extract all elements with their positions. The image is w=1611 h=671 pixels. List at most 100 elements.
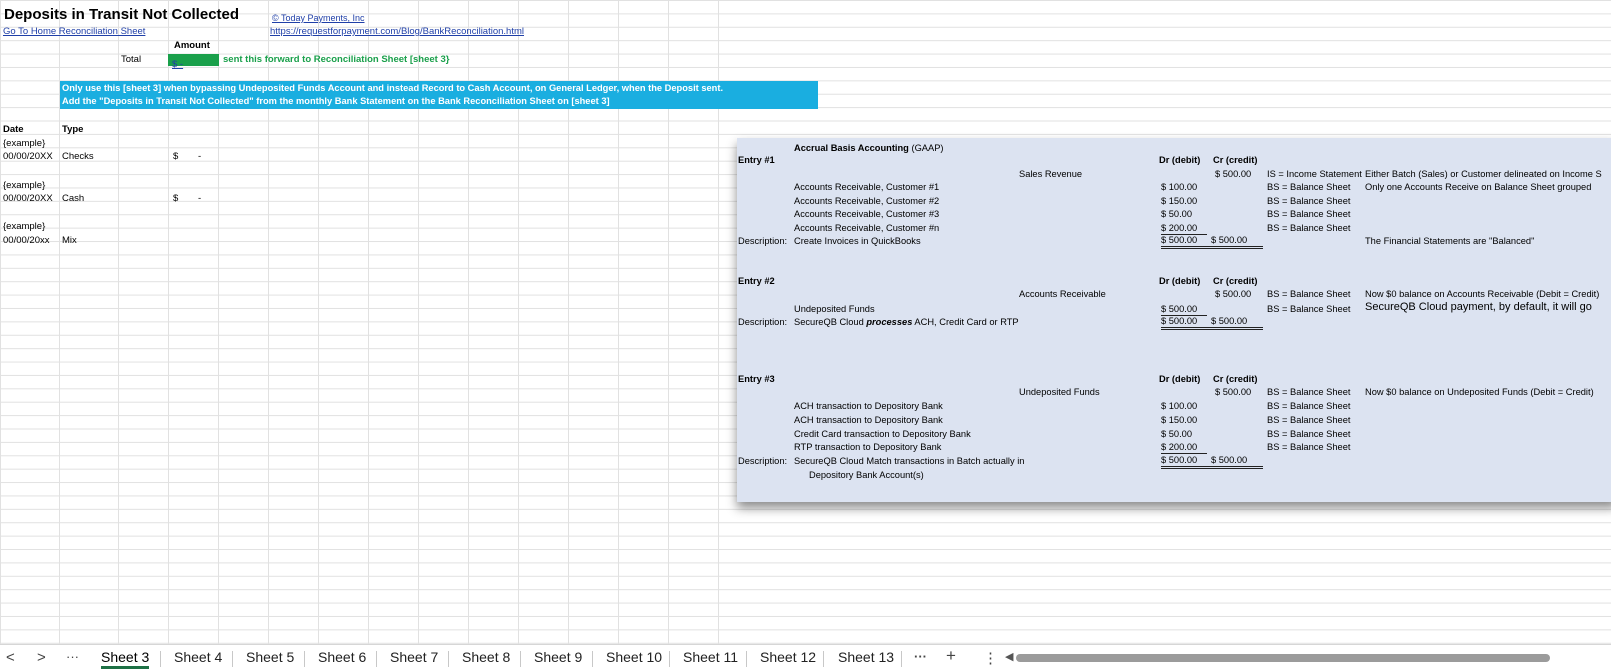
entry1-total-cr: $ 500.00 bbox=[1211, 234, 1263, 249]
type-header: Type bbox=[62, 124, 84, 135]
dr-header: Dr (debit) bbox=[1159, 276, 1201, 286]
entry2-description: SecureQB Cloud processes ACH, Credit Car… bbox=[794, 317, 1019, 327]
entry3-line: RTP transaction to Depository Bank bbox=[794, 442, 942, 452]
sheet-options-button[interactable]: ⋮ bbox=[983, 649, 998, 667]
entry3-label: Entry #3 bbox=[738, 374, 775, 384]
entry2-note2: SecureQB Cloud payment, by default, it w… bbox=[1365, 301, 1592, 313]
more-sheets-left-button[interactable]: ··· bbox=[66, 649, 79, 664]
tab-sheet-8[interactable]: Sheet 8 bbox=[462, 649, 510, 665]
total-amount-value: $ - bbox=[172, 59, 184, 70]
description-label: Description: bbox=[738, 236, 788, 246]
total-label: Total bbox=[121, 54, 142, 65]
tab-sheet-9[interactable]: Sheet 9 bbox=[534, 649, 582, 665]
tab-separator bbox=[823, 651, 824, 667]
banner-line-2: Add the "Deposits in Transit Not Collect… bbox=[62, 96, 610, 106]
bs-label: BS = Balance Sheet bbox=[1267, 289, 1351, 299]
dr-header: Dr (debit) bbox=[1159, 155, 1201, 165]
horizontal-scrollbar[interactable] bbox=[1016, 654, 1550, 662]
entry2-line: Undeposited Funds bbox=[794, 304, 875, 314]
entry1-total-dr: $ 500.00 bbox=[1161, 234, 1211, 249]
copyright-link[interactable]: © Today Payments, Inc bbox=[272, 12, 365, 24]
dr-header: Dr (debit) bbox=[1159, 374, 1201, 384]
cr-header: Cr (credit) bbox=[1213, 276, 1258, 286]
tab-sheet-13[interactable]: Sheet 13 bbox=[838, 649, 894, 665]
forward-note: sent this forward to Reconciliation Shee… bbox=[223, 54, 450, 65]
tab-separator bbox=[669, 651, 670, 667]
add-sheet-button[interactable]: + bbox=[946, 646, 956, 666]
entry3-total-cr: $ 500.00 bbox=[1211, 454, 1263, 469]
scroll-left-icon[interactable]: ◀ bbox=[1005, 650, 1013, 663]
bs-label: BS = Balance Sheet bbox=[1267, 415, 1351, 425]
entry2-credit: $ 500.00 bbox=[1215, 289, 1252, 299]
bs-label: BS = Balance Sheet bbox=[1267, 429, 1351, 439]
tab-sheet-4[interactable]: Sheet 4 bbox=[174, 649, 222, 665]
tab-sheet-7[interactable]: Sheet 7 bbox=[390, 649, 438, 665]
sheet-title: Deposits in Transit Not Collected bbox=[4, 6, 240, 23]
more-sheets-right-button[interactable]: ··· bbox=[914, 649, 927, 664]
bs-label: BS = Balance Sheet bbox=[1267, 387, 1351, 397]
entry1-line: Accounts Receivable, Customer #n bbox=[794, 223, 940, 233]
bs-label: BS = Balance Sheet bbox=[1267, 223, 1351, 233]
entry3-description: SecureQB Cloud Match transactions in Bat… bbox=[794, 456, 1025, 466]
row-dollar: $ bbox=[173, 193, 179, 204]
tab-sheet-12[interactable]: Sheet 12 bbox=[760, 649, 816, 665]
tab-sheet-10[interactable]: Sheet 10 bbox=[606, 649, 662, 665]
row-type[interactable]: Cash bbox=[62, 193, 84, 205]
next-sheet-button[interactable]: > bbox=[37, 649, 46, 666]
entry1-line: Accounts Receivable, Customer #2 bbox=[794, 196, 940, 206]
row-date[interactable]: 00/00/20XX bbox=[3, 193, 53, 205]
row-type[interactable]: Mix bbox=[62, 235, 77, 247]
entry1-debit: $ 150.00 bbox=[1161, 196, 1198, 206]
row-type[interactable]: Checks bbox=[62, 151, 94, 163]
row-value[interactable]: - bbox=[198, 151, 201, 163]
date-header: Date bbox=[3, 124, 24, 135]
balanced-note: The Financial Statements are "Balanced" bbox=[1365, 236, 1535, 246]
entry1-line: Accounts Receivable, Customer #1 bbox=[794, 182, 940, 192]
entry1-description: Create Invoices in QuickBooks bbox=[794, 236, 921, 246]
prev-sheet-button[interactable]: < bbox=[6, 649, 15, 666]
tab-separator bbox=[901, 651, 902, 667]
entry3-line: ACH transaction to Depository Bank bbox=[794, 415, 943, 425]
bs-label: BS = Balance Sheet bbox=[1267, 196, 1351, 206]
row-date[interactable]: 00/00/20XX bbox=[3, 151, 53, 163]
entry3-line: ACH transaction to Depository Bank bbox=[794, 401, 943, 411]
bs-label: BS = Balance Sheet bbox=[1267, 209, 1351, 219]
cr-header: Cr (credit) bbox=[1213, 374, 1258, 384]
accrual-accounting-image[interactable]: Accrual Basis Accounting (GAAP) Entry #1… bbox=[737, 138, 1611, 502]
entry3-debit: $ 100.00 bbox=[1161, 401, 1198, 411]
tab-separator bbox=[746, 651, 747, 667]
entry1-debit: $ 50.00 bbox=[1161, 209, 1193, 219]
amount-header: Amount bbox=[174, 40, 210, 51]
url-link[interactable]: https://requestforpayment.com/Blog/BankR… bbox=[270, 26, 524, 38]
entry3-debit: $ 50.00 bbox=[1161, 429, 1193, 439]
tab-sheet-11[interactable]: Sheet 11 bbox=[683, 649, 738, 665]
entry3-debit: $ 200.00 bbox=[1161, 441, 1207, 454]
row-date[interactable]: 00/00/20xx bbox=[3, 235, 49, 247]
row-dollar: $ bbox=[173, 151, 179, 162]
bs-label: BS = Balance Sheet bbox=[1267, 442, 1351, 452]
entry1-label: Entry #1 bbox=[738, 155, 775, 165]
entry1-debit: $ 100.00 bbox=[1161, 182, 1198, 192]
spreadsheet-grid[interactable]: Deposits in Transit Not Collected © Toda… bbox=[0, 0, 1611, 644]
row-value[interactable]: - bbox=[198, 193, 201, 205]
tab-sheet-3[interactable]: Sheet 3 bbox=[101, 649, 150, 669]
entry1-credit: $ 500.00 bbox=[1215, 169, 1252, 179]
entry2-label: Entry #2 bbox=[738, 276, 775, 286]
entry2-account: Accounts Receivable bbox=[1019, 289, 1106, 299]
entry1-line: Accounts Receivable, Customer #3 bbox=[794, 209, 940, 219]
tab-sheet-6[interactable]: Sheet 6 bbox=[318, 649, 366, 665]
bs-label: BS = Balance Sheet bbox=[1267, 304, 1351, 314]
tab-separator bbox=[304, 651, 305, 667]
description-label: Description: bbox=[738, 317, 788, 327]
entry1-note2: Only one Accounts Receive on Balance She… bbox=[1365, 182, 1592, 192]
total-amount-cell[interactable]: $ - bbox=[168, 54, 219, 70]
example-label: {example} bbox=[3, 138, 46, 149]
entry3-description-2: Depository Bank Account(s) bbox=[809, 470, 924, 480]
entry3-line: Credit Card transaction to Depository Ba… bbox=[794, 429, 971, 439]
entry2-total-dr: $ 500.00 bbox=[1161, 315, 1211, 330]
tab-sheet-5[interactable]: Sheet 5 bbox=[246, 649, 294, 665]
entry2-total-cr: $ 500.00 bbox=[1211, 315, 1263, 330]
home-link[interactable]: Go To Home Reconciliation Sheet bbox=[3, 26, 145, 38]
bs-label: BS = Balance Sheet bbox=[1267, 182, 1351, 192]
sheet-tab-bar: < > ··· Sheet 3 Sheet 4 Sheet 5 Sheet 6 … bbox=[0, 644, 1611, 671]
